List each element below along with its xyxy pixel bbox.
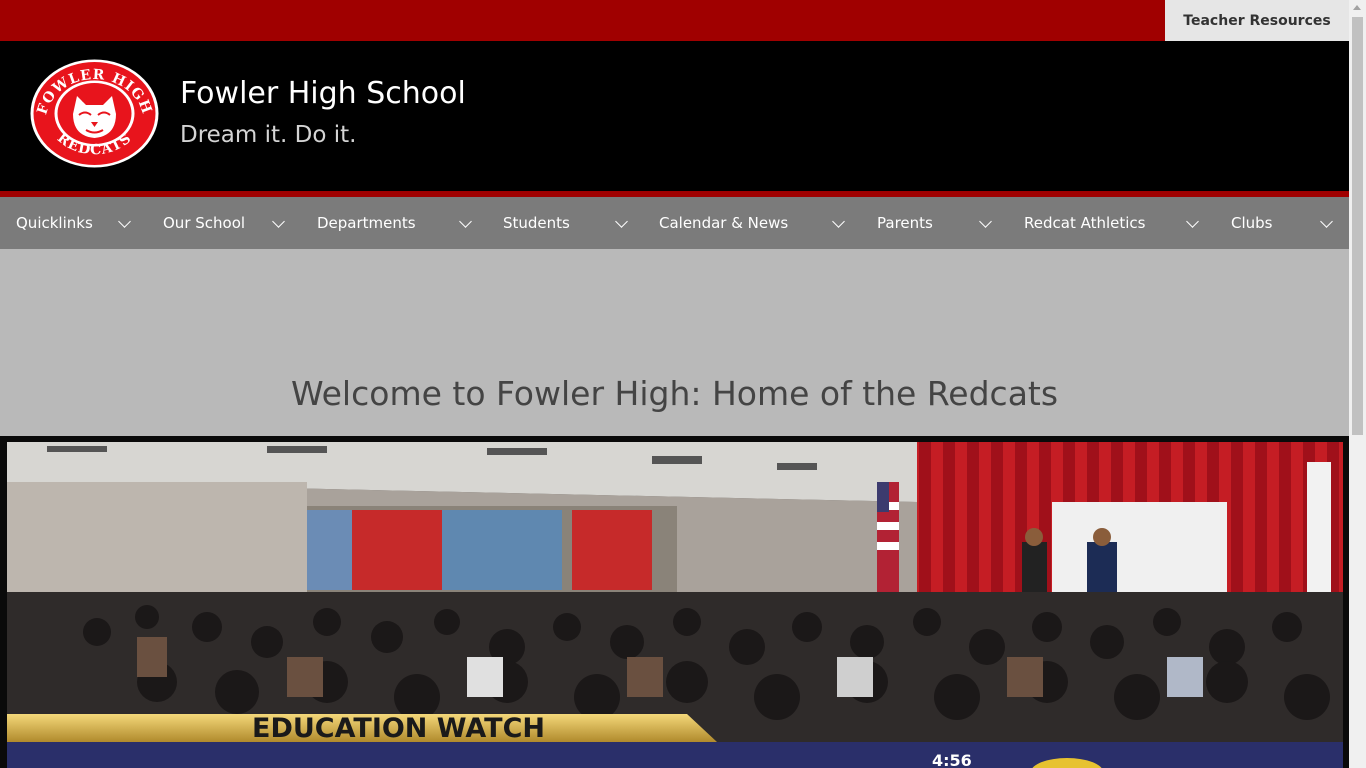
chevron-down-icon[interactable] bbox=[459, 215, 472, 228]
nav-label: Redcat Athletics bbox=[1024, 214, 1146, 232]
nav-item-students[interactable]: Students bbox=[503, 197, 570, 249]
site-header: FOWLER HIGH REDCATS FUHS Fowler High Sch… bbox=[0, 41, 1349, 191]
site-tagline: Dream it. Do it. bbox=[180, 122, 357, 148]
teacher-resources-button[interactable]: Teacher Resources bbox=[1165, 0, 1349, 41]
chevron-down-icon[interactable] bbox=[1320, 215, 1333, 228]
welcome-heading: Welcome to Fowler High: Home of the Redc… bbox=[290, 374, 1059, 413]
chevron-down-icon[interactable] bbox=[615, 215, 628, 228]
featured-video[interactable]: EDUCATION WATCH 4:56 bbox=[0, 436, 1349, 768]
nav-item-calendar-news[interactable]: Calendar & News bbox=[659, 197, 788, 249]
nav-item-redcat-athletics[interactable]: Redcat Athletics bbox=[1024, 197, 1145, 249]
nav-item-departments[interactable]: Departments bbox=[317, 197, 416, 249]
chevron-down-icon[interactable] bbox=[272, 215, 285, 228]
nav-item-parents[interactable]: Parents bbox=[877, 197, 933, 249]
nav-label: Parents bbox=[877, 214, 933, 232]
school-logo[interactable]: FOWLER HIGH REDCATS FUHS bbox=[29, 58, 160, 169]
nav-label: Calendar & News bbox=[659, 214, 789, 232]
video-frame[interactable]: EDUCATION WATCH 4:56 bbox=[7, 442, 1343, 768]
nav-label: Quicklinks bbox=[16, 214, 93, 232]
nav-label: Students bbox=[503, 214, 570, 232]
nav-item-our-school[interactable]: Our School bbox=[163, 197, 245, 249]
nav-label: Our School bbox=[163, 214, 246, 232]
main-nav: Quicklinks Our School Departments Studen… bbox=[0, 197, 1349, 249]
scroll-up-arrow-icon[interactable] bbox=[1353, 5, 1361, 10]
nav-label: Clubs bbox=[1231, 214, 1273, 232]
chevron-down-icon[interactable] bbox=[832, 215, 845, 228]
chevron-down-icon[interactable] bbox=[979, 215, 992, 228]
chevron-down-icon[interactable] bbox=[1186, 215, 1199, 228]
welcome-banner: Welcome to Fowler High: Home of the Redc… bbox=[0, 249, 1349, 436]
site-title[interactable]: Fowler High School bbox=[180, 76, 466, 111]
video-banner-text: EDUCATION WATCH bbox=[252, 713, 545, 744]
scrollbar-thumb[interactable] bbox=[1352, 17, 1363, 435]
top-bar: Teacher Resources bbox=[0, 0, 1349, 41]
page: Teacher Resources FOWLER HIGH REDCATS FU… bbox=[0, 0, 1349, 768]
nav-item-clubs[interactable]: Clubs bbox=[1231, 197, 1272, 249]
nav-label: Departments bbox=[317, 214, 416, 232]
nav-item-quicklinks[interactable]: Quicklinks bbox=[16, 197, 93, 249]
logo-center-text: FUHS bbox=[82, 95, 107, 104]
video-time-text: 4:56 bbox=[932, 751, 972, 768]
chevron-down-icon[interactable] bbox=[118, 215, 131, 228]
